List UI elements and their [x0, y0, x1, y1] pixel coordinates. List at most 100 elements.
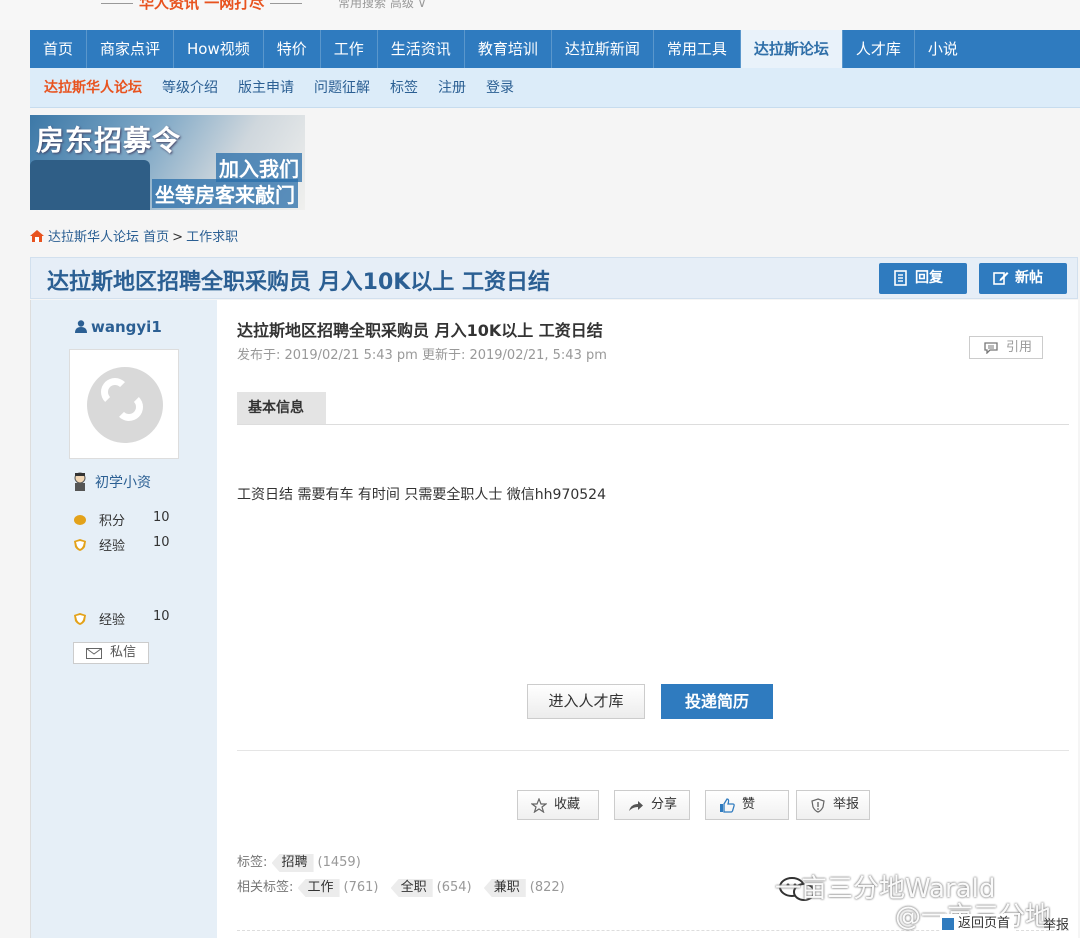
subnav-forum-home[interactable]: 达拉斯华人论坛	[30, 68, 152, 108]
post-title: 达拉斯地区招聘全职采购员 月入10K以上 工资日结	[237, 321, 603, 340]
nav-item-life-info[interactable]: 生活资讯	[378, 30, 465, 68]
banner-headline: 房东招募令	[36, 124, 182, 157]
banner-tagline: 坐等房客来敲门	[152, 179, 298, 208]
breadcrumb-home[interactable]: 首页	[143, 230, 169, 245]
private-message-button[interactable]: 私信	[73, 642, 149, 664]
footer-report-link[interactable]: 举报	[1043, 914, 1069, 933]
avatar[interactable]	[69, 349, 179, 459]
private-message-label: 私信	[110, 645, 137, 660]
thumbs-up-icon	[720, 798, 735, 813]
coin-icon	[74, 515, 86, 525]
author-sidebar: wangyi1 初学小资 积分 10 经验 10 经验 10 私信	[31, 300, 217, 938]
author-name-text: wangyi1	[91, 318, 162, 336]
tag-item[interactable]: 全职	[390, 879, 433, 897]
nav-item-education[interactable]: 教育培训	[465, 30, 552, 68]
shield-alert-icon	[811, 798, 825, 813]
subnav-levels[interactable]: 等级介绍	[152, 68, 228, 108]
related-tags-label: 相关标签:	[237, 880, 294, 895]
tab-divider	[237, 424, 1069, 425]
author-name[interactable]: wangyi1	[75, 318, 162, 336]
tag-count: (1459)	[317, 855, 361, 870]
user-rank: 初学小资	[71, 472, 151, 492]
breadcrumb: 达拉斯华人论坛 首页 > 工作求职	[30, 226, 238, 245]
post-meta: 发布于: 2019/02/21 5:43 pm 更新于: 2019/02/21,…	[237, 348, 607, 363]
speech-bubble-icon	[984, 342, 998, 354]
nav-item-news[interactable]: 达拉斯新闻	[552, 30, 654, 68]
new-thread-label: 新帖	[1015, 270, 1043, 286]
shield-icon	[74, 613, 86, 625]
reply-button[interactable]: 回复	[879, 263, 967, 294]
home-icon	[30, 230, 44, 242]
user-rank-text: 初学小资	[95, 475, 151, 491]
sub-nav: 达拉斯华人论坛 等级介绍 版主申请 问题征解 标签 注册 登录	[30, 68, 1080, 108]
breadcrumb-forum[interactable]: 达拉斯华人论坛	[48, 230, 139, 245]
quote-button[interactable]: 引用	[969, 336, 1043, 359]
thread-title: 达拉斯地区招聘全职采购员 月入10K以上 工资日结	[47, 270, 550, 295]
stat-points-value: 10	[153, 510, 170, 525]
tags-row: 标签: 招聘 (1459)	[237, 851, 369, 872]
post-body: 工资日结 需要有车 有时间 只需要全职人士 微信hh970524	[237, 487, 606, 503]
nav-item-how-video[interactable]: How视频	[174, 30, 264, 68]
tag-count: (761)	[343, 880, 379, 895]
subnav-moderator-apply[interactable]: 版主申请	[228, 68, 304, 108]
stat-experience-value: 10	[153, 535, 170, 550]
search-options[interactable]: 常用搜索 高级 ∨	[338, 0, 426, 11]
share-button[interactable]: 分享	[614, 790, 690, 820]
thread-title-bar: 达拉斯地区招聘全职采购员 月入10K以上 工资日结 回复 新帖	[30, 257, 1078, 299]
subnav-login[interactable]: 登录	[476, 68, 524, 108]
nav-item-novel[interactable]: 小说	[915, 30, 971, 68]
tag-item[interactable]: 兼职	[483, 879, 526, 897]
nav-item-deals[interactable]: 特价	[264, 30, 321, 68]
like-label: 赞	[742, 797, 756, 812]
ad-banner[interactable]: 房东招募令 加入我们 坐等房客来敲门	[30, 115, 305, 210]
subnav-tags[interactable]: 标签	[380, 68, 428, 108]
breadcrumb-separator: >	[172, 230, 184, 245]
tag-item[interactable]: 工作	[297, 879, 340, 897]
document-icon	[894, 270, 907, 286]
stat-experience-2: 经验 10	[73, 609, 170, 628]
share-arrow-icon	[629, 801, 643, 811]
banner-sofa-graphic	[30, 160, 150, 210]
banner-join: 加入我们	[216, 153, 302, 182]
share-label: 分享	[651, 797, 678, 812]
new-thread-button[interactable]: 新帖	[979, 263, 1067, 294]
report-label: 举报	[833, 797, 860, 812]
rank-badge-icon	[74, 472, 86, 491]
stat-points: 积分 10	[73, 510, 170, 529]
tag-item[interactable]: 招聘	[271, 854, 314, 872]
stat-experience-2-value: 10	[153, 609, 170, 624]
nav-item-tools[interactable]: 常用工具	[654, 30, 741, 68]
stat-experience: 经验 10	[73, 535, 170, 554]
related-tags-row: 相关标签: 工作 (761) 全职 (654) 兼职 (822)	[237, 876, 573, 897]
nav-item-reviews[interactable]: 商家点评	[87, 30, 175, 68]
site-slogan: 华人资讯 一网打尽	[95, 0, 308, 13]
favorite-button[interactable]: 收藏	[517, 790, 599, 820]
nav-item-home[interactable]: 首页	[30, 30, 88, 68]
reply-label: 回复	[915, 270, 943, 286]
tags-label: 标签:	[237, 855, 268, 870]
back-to-top-button[interactable]: 返回页首	[940, 914, 1015, 934]
talent-pool-button[interactable]: 进入人才库	[527, 684, 645, 719]
stat-points-label: 积分	[99, 514, 126, 529]
favorite-label: 收藏	[554, 797, 581, 812]
quote-label: 引用	[1006, 340, 1033, 355]
nav-item-jobs[interactable]: 工作	[321, 30, 378, 68]
edit-icon	[993, 272, 1009, 285]
tab-basic-info[interactable]: 基本信息	[237, 392, 326, 425]
nav-item-forum[interactable]: 达拉斯论坛	[740, 30, 843, 68]
tag-count: (654)	[436, 880, 472, 895]
tag-count: (822)	[529, 880, 565, 895]
nav-item-talent[interactable]: 人才库	[843, 30, 915, 68]
envelope-icon	[86, 648, 102, 659]
subnav-questions[interactable]: 问题征解	[304, 68, 380, 108]
submit-resume-button[interactable]: 投递简历	[661, 684, 773, 719]
arrow-up-icon	[942, 918, 954, 930]
report-button[interactable]: 举报	[796, 790, 870, 820]
stat-experience-label: 经验	[99, 539, 126, 554]
stat-experience-2-label: 经验	[99, 613, 126, 628]
avatar-swirl-bottom	[115, 393, 143, 421]
subnav-register[interactable]: 注册	[428, 68, 476, 108]
like-button[interactable]: 赞	[705, 790, 789, 820]
breadcrumb-section[interactable]: 工作求职	[186, 230, 238, 245]
back-to-top-label: 返回页首	[958, 916, 1011, 931]
